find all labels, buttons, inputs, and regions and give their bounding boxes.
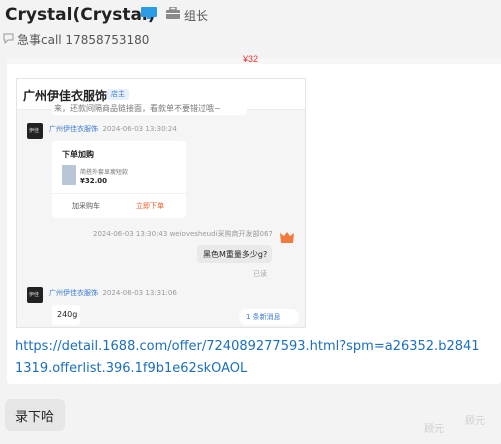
store-logo: 伊佳 [27,123,43,139]
product-price: ¥32.00 [80,177,108,185]
seller-meta: 广州伊佳衣服饰 2024-06-03 13:31:06 [49,289,177,297]
add-cart-button: 加采购车 [72,202,100,210]
chat-screenshot-image[interactable]: 广州伊佳衣服饰 店主 来，还款间隔商品链接面，看款单不要错过哦~ 伊佳 广州伊佳… [16,78,306,328]
briefcase-icon [166,7,180,19]
product-thumbnail [62,165,76,185]
buyer-avatar-icon [280,232,294,243]
product-desc: 简搭外套显瘦短款 [80,169,129,176]
chat-header: Crystal(Crystal) 组长 急事call 17858753180 [0,0,501,52]
store-tag: 店主 [107,89,129,100]
reply-bubble[interactable]: 录下哈 [5,399,65,431]
read-status: 已读 [253,270,267,278]
role-label: 组长 [184,9,209,23]
seller-meta: 广州伊佳衣服饰 2024-06-03 13:30:24 [49,125,177,133]
seller-reply: 240g [52,305,80,325]
watermark: 顾元 [424,424,444,435]
chat-bubble-icon [3,33,14,44]
buy-now-button: 立即下单 [136,202,164,210]
buyer-meta: 2024-06-03 13:30:43 weiovesheudi采购商开发部06… [93,230,273,238]
product-card-title: 下单加购 [62,150,94,159]
product-card: 下单加购 简搭外套显瘦短款 ¥32.00 加采购车 立即下单 [52,141,186,218]
buyer-question: 黑色M重量多少g? [197,245,272,263]
contact-name[interactable]: Crystal(Crystal) [5,5,156,25]
cut-message: 来，还款间隔商品链接面，看款单不要错过哦~ [52,104,247,115]
product-link[interactable]: https://detail.1688.com/offer/7240892775… [15,336,485,380]
previous-price-fragment: ¥32 [243,54,259,64]
watermark: 顾元 [465,416,485,427]
store-name: 广州伊佳衣服饰 [23,89,108,103]
new-messages-pill: 1 条新消息 [239,309,299,325]
divider [52,193,186,194]
monitor-icon [141,7,157,19]
contact-signature: 急事call 17858753180 [17,33,150,47]
store-logo: 伊佳 [27,287,43,303]
message-card[interactable]: ¥32 广州伊佳衣服饰 店主 来，还款间隔商品链接面，看款单不要错过哦~ 伊佳 … [7,54,501,384]
